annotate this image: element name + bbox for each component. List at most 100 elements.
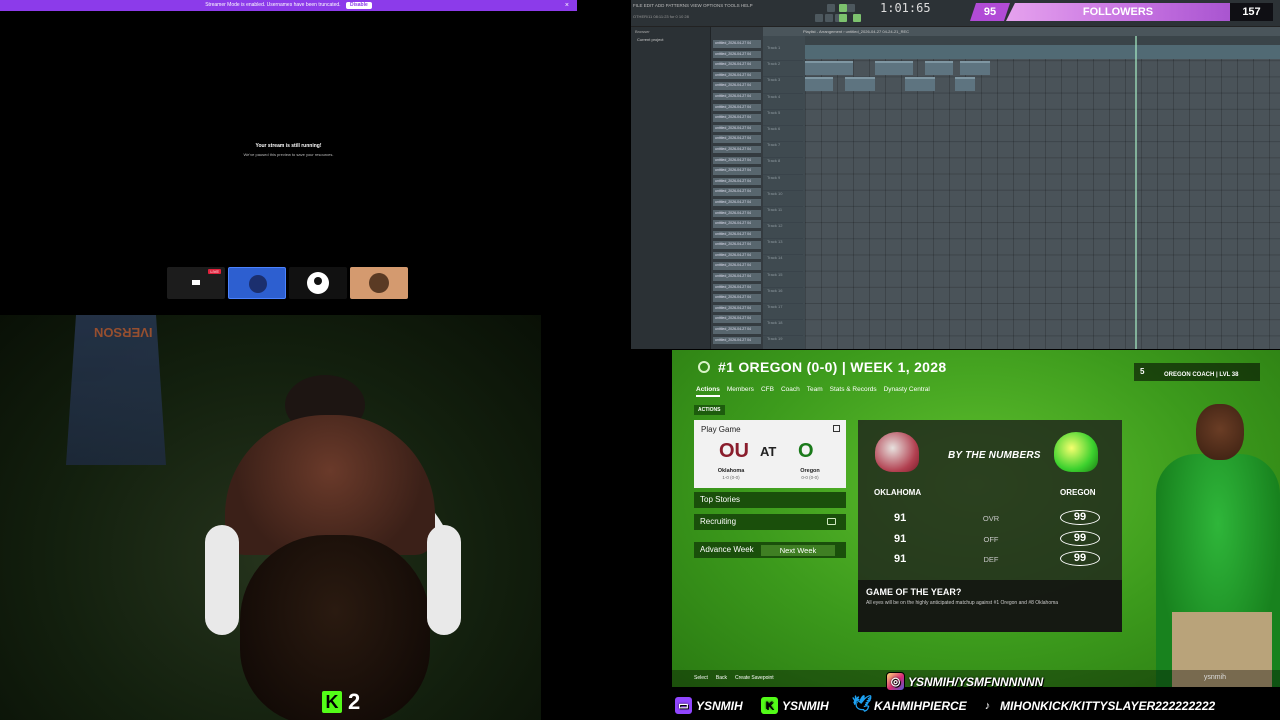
clip-list-item[interactable]: untitled_2026-04-27 04 [713,294,761,302]
track-label[interactable]: Track 11 [763,207,803,224]
track-label[interactable]: Track 2 [763,61,803,78]
clip-list-item[interactable]: untitled_2026-04-27 04 [713,114,761,122]
paused-title: Your stream is still running! [255,143,322,149]
beanie [225,415,435,555]
tab-members[interactable]: Members [727,386,754,397]
clip-list-item[interactable]: untitled_2026-04-27 04 [713,315,761,323]
audio-clip[interactable] [925,61,953,75]
participant-tile-screen[interactable]: LIVE [167,267,225,299]
followers-goal-bar: 95 FOLLOWERS 157 [970,3,1273,21]
play-button[interactable] [839,4,847,12]
track-label[interactable]: Track 5 [763,110,803,126]
fl-menu[interactable]: FILE EDIT ADD PATTERNS VIEW OPTIONS TOOL… [633,3,753,8]
tab-dynasty-central[interactable]: Dynasty Central [884,386,930,397]
track-label[interactable]: Track 18 [763,320,803,337]
participant-tile-avatar-photo[interactable] [350,267,408,299]
stop-button[interactable] [847,4,855,12]
tiktok-icon: ♪ [978,696,997,715]
track-label[interactable]: Track 19 [763,336,803,349]
clip-list-item[interactable]: untitled_2026-04-27 04 [713,156,761,165]
clip-list-item[interactable]: untitled_2026-04-27 04 [713,198,761,207]
advance-week-label: Advance Week [700,545,754,554]
clip-list-item[interactable]: untitled_2026-04-27 04 [713,209,761,217]
timeline-ruler[interactable] [805,36,1280,45]
fl-info-line: OTHER/11 08:11:23 for 0 10 28 [633,14,689,19]
audio-clip[interactable] [875,61,913,75]
audio-clip[interactable] [905,77,935,91]
clip-list-item[interactable]: untitled_2026-04-27 04 [713,71,761,80]
recording-track[interactable] [805,45,1280,59]
instagram-text: YSNMIH/YSMFNNNNNN [908,674,1044,689]
clip-list-item[interactable]: untitled_2026-04-27 04 [713,50,761,59]
tool-button[interactable] [815,14,823,22]
audio-clip[interactable] [960,61,990,75]
tab-cfb[interactable]: CFB [761,386,774,397]
clip-list-item[interactable]: untitled_2026-04-27 04 [713,82,761,90]
wall-jersey: IVERSON [66,315,166,465]
track-label[interactable]: Track 16 [763,288,803,304]
tool-button[interactable] [839,14,847,22]
audio-clip[interactable] [845,77,875,91]
audio-clip[interactable] [955,77,975,91]
top-stories-button[interactable]: Top Stories [694,492,846,508]
track-label[interactable]: Track 12 [763,223,803,240]
tab-stats-records[interactable]: Stats & Records [830,386,877,397]
track-label[interactable]: Track 14 [763,255,803,272]
tool-button[interactable] [853,14,861,22]
disable-streamer-mode-button[interactable]: Disable [345,2,372,9]
clip-list-item[interactable]: untitled_2026-04-27 04 [713,103,761,112]
clip-list-item[interactable]: untitled_2026-04-27 04 [713,220,761,228]
playlist-grid[interactable] [805,45,1280,349]
clip-list-item[interactable]: untitled_2026-04-27 04 [713,336,761,345]
close-icon[interactable]: × [565,0,569,11]
clip-list-item[interactable]: untitled_2026-04-27 04 [713,326,761,334]
track-label[interactable]: Track 13 [763,239,803,256]
clip-list-item[interactable]: untitled_2026-04-27 04 [713,177,761,186]
stat-category: OFF [983,535,999,544]
record-button[interactable] [827,4,835,12]
game-window: #1 OREGON (0-0) | WEEK 1, 2028 5 OREGON … [672,350,1280,687]
participant-tile-avatar-white[interactable] [289,267,347,299]
track-label[interactable]: Track 1 [763,45,803,62]
audio-clip[interactable] [805,77,833,91]
track-label[interactable]: Track 8 [763,158,803,175]
tiktok-text: MIHONKICK/KITTYSLAYER222222222 [1000,698,1216,713]
fl-time-display: 1:01:65 [880,1,931,15]
play-game-card[interactable]: Play Game OU AT O Oklahoma 1-0 (0-0) Ore… [694,420,846,488]
track-label[interactable]: Track 6 [763,126,803,143]
playhead[interactable] [1135,36,1137,349]
tab-team[interactable]: Team [807,386,823,397]
track-label[interactable]: Track 9 [763,175,803,191]
clip-list-item[interactable]: untitled_2026-04-27 04 [713,241,761,249]
track-label[interactable]: Track 17 [763,304,803,321]
recruiting-button[interactable]: Recruiting [694,514,846,530]
twitter-text: KAHMIHPIERCE [874,698,967,713]
clip-list-item[interactable]: untitled_2026-04-27 04 [713,251,761,260]
clip-list-item[interactable]: untitled_2026-04-27 04 [713,40,761,48]
browser-row[interactable]: Current project [631,36,710,43]
clip-list-item[interactable]: untitled_2026-04-27 04 [713,92,761,101]
clip-list-item[interactable]: untitled_2026-04-27 04 [713,304,761,313]
clip-list-item[interactable]: untitled_2026-04-27 04 [713,262,761,270]
clip-list-item[interactable]: untitled_2026-04-27 04 [713,145,761,154]
clip-list-item[interactable]: untitled_2026-04-27 04 [713,188,761,196]
clip-list-item[interactable]: untitled_2026-04-27 04 [713,230,761,239]
clip-list-item[interactable]: untitled_2026-04-27 04 [713,167,761,175]
tool-button[interactable] [825,14,833,22]
tab-coach[interactable]: Coach [781,386,800,397]
track-label[interactable]: Track 15 [763,272,803,288]
participant-tile-avatar-blue[interactable] [228,267,286,299]
streamer [205,375,461,720]
track-label[interactable]: Track 4 [763,94,803,110]
track-label[interactable]: Track 7 [763,142,803,159]
clip-list-item[interactable]: untitled_2026-04-27 04 [713,61,761,69]
audio-clip[interactable] [805,61,853,75]
clip-list-item[interactable]: untitled_2026-04-27 04 [713,273,761,281]
advance-week-button[interactable]: Advance Week Next Week [694,542,846,558]
tab-actions[interactable]: Actions [696,386,720,397]
track-label[interactable]: Track 10 [763,191,803,207]
clip-list-item[interactable]: untitled_2026-04-27 04 [713,135,761,143]
track-label[interactable]: Track 3 [763,77,803,94]
clip-list-item[interactable]: untitled_2026-04-27 04 [713,124,761,133]
clip-list-item[interactable]: untitled_2026-04-27 04 [713,283,761,292]
